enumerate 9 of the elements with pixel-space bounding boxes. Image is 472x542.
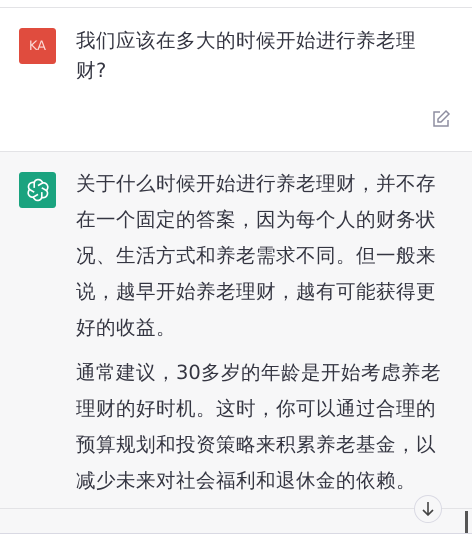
question-text: 我们应该在多大的时候开始进行养老理财? bbox=[76, 28, 417, 84]
edit-icon[interactable] bbox=[431, 109, 451, 129]
scrollbar[interactable] bbox=[465, 511, 468, 533]
assistant-logo-icon bbox=[19, 172, 56, 208]
answer-paragraph: 关于什么时候开始进行养老理财，并不存在一个固定的答案，因为每个人的财务状况、生活方式和养老需求不同。但一般来说，越早开始养老理财，越有可能获得更好的收益。 bbox=[76, 171, 437, 341]
answer-paragraph: 通常建议，30多岁的年龄是开始考虑养老理财的好时机。这时，你可以通过合理的预算规划和投资策略来积累养老基金，以减少未来对社会福利和退休金的依赖。 bbox=[76, 360, 442, 494]
scroll-down-button[interactable] bbox=[414, 495, 442, 523]
down-arrow-icon bbox=[421, 501, 435, 517]
user-avatar: KA bbox=[19, 28, 56, 64]
